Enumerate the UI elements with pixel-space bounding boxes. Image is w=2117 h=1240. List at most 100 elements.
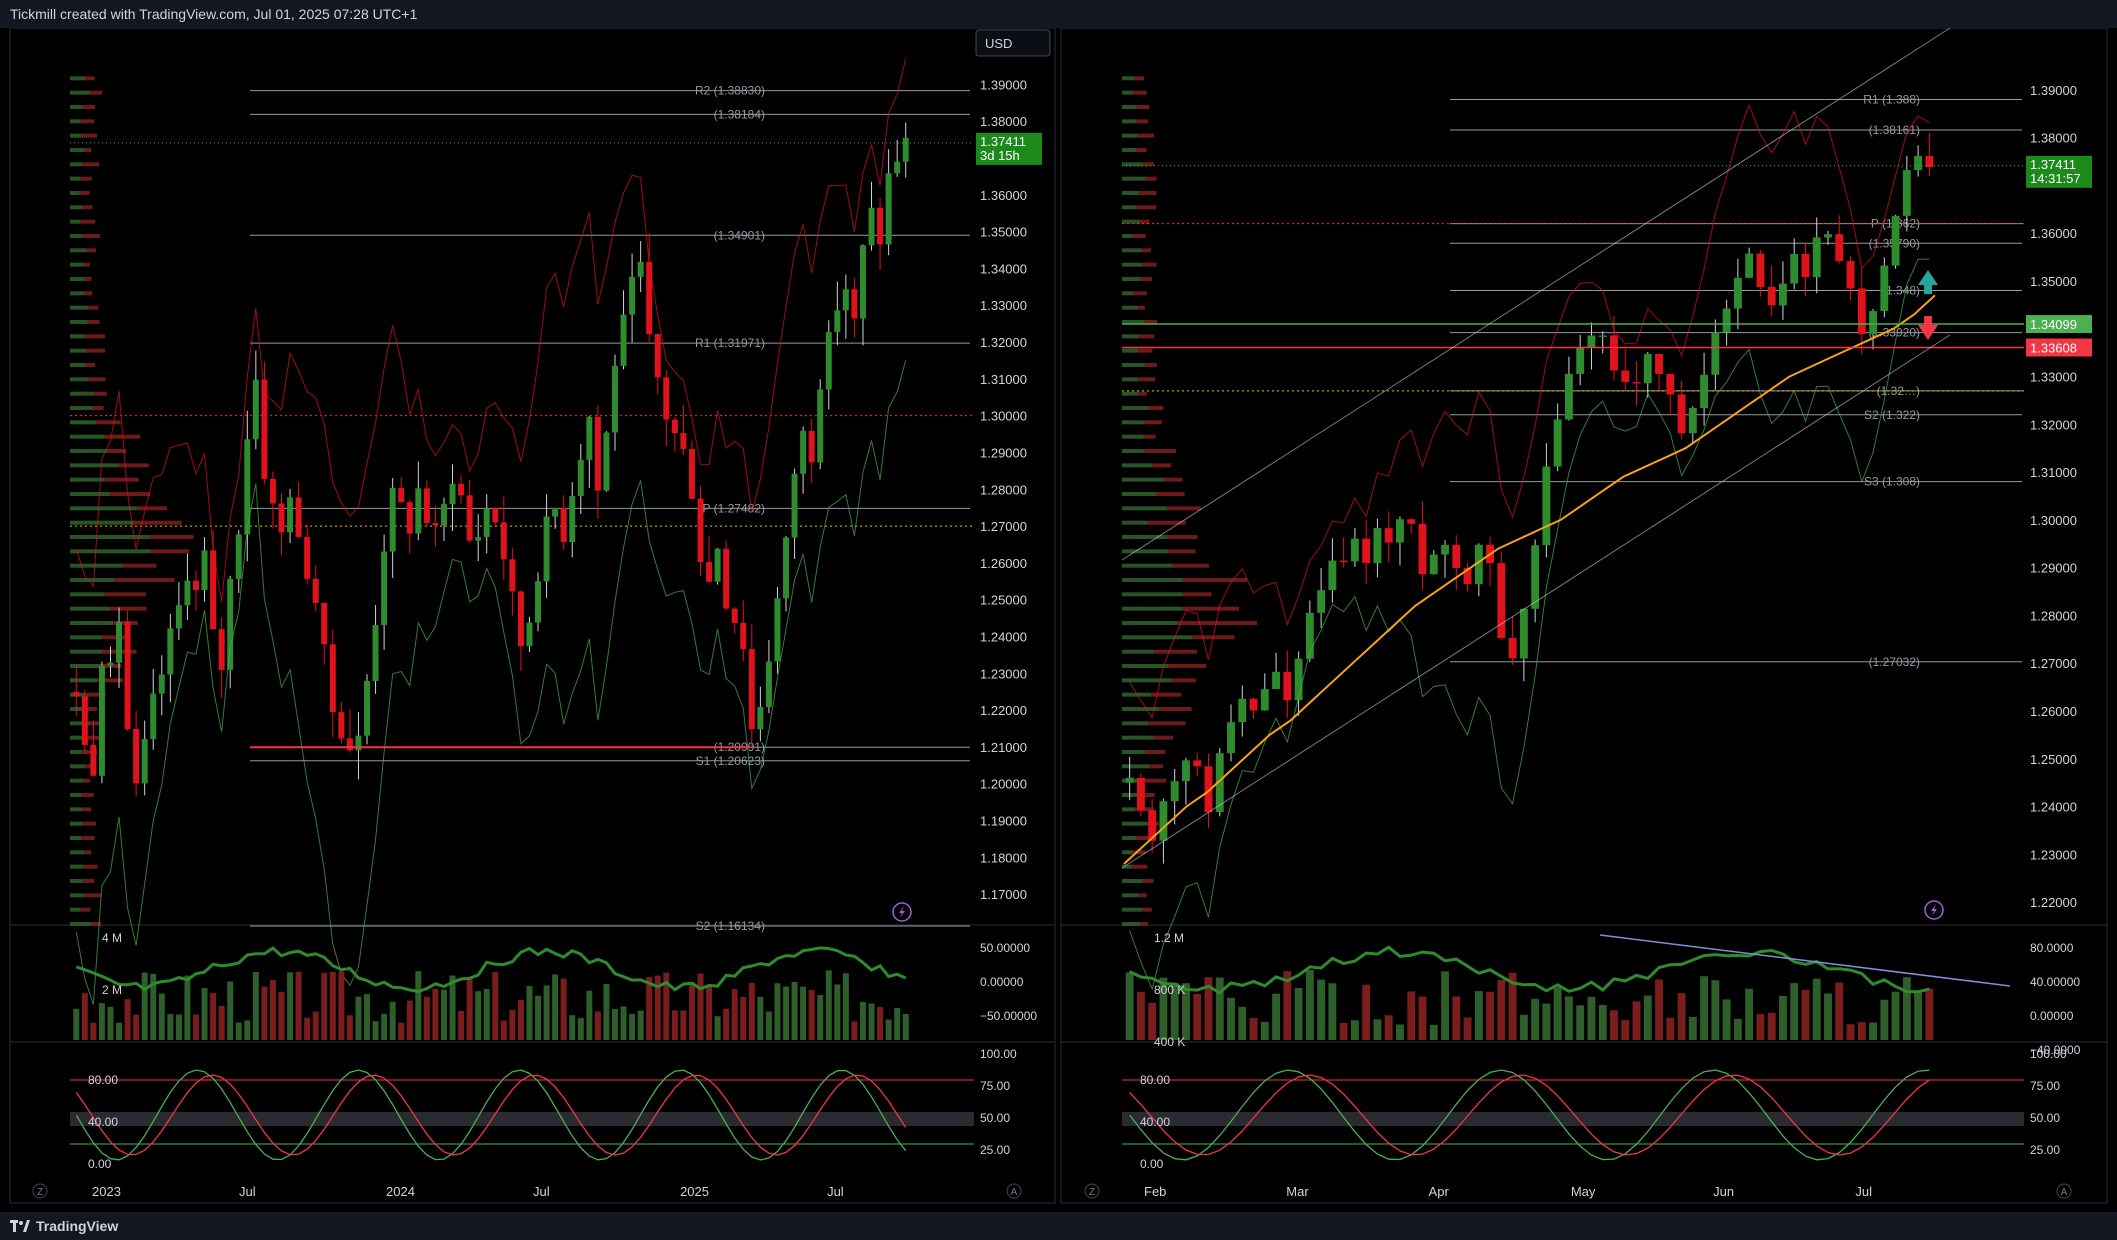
volume-bar xyxy=(1553,987,1562,1040)
candle-body xyxy=(227,578,234,670)
volume-profile-bar-up xyxy=(70,434,105,439)
volume-profile-bar-down xyxy=(114,578,175,582)
volume-profile-bar-down xyxy=(85,334,106,339)
volume-bar xyxy=(1869,1022,1877,1040)
volume-bar xyxy=(1249,1017,1258,1040)
volume-profile-bar-down xyxy=(1132,864,1148,869)
volume-bar xyxy=(440,989,447,1040)
price-tick-label: 1.27000 xyxy=(980,519,1027,534)
volume-bar xyxy=(287,972,294,1040)
volume-bar xyxy=(842,973,849,1040)
price-tick-label: 1.17000 xyxy=(980,887,1027,902)
candle-body xyxy=(1745,253,1754,278)
currency-selector-label: USD xyxy=(985,36,1012,51)
stoch-left-tick-label: 40.00 xyxy=(88,1115,118,1129)
candle-body xyxy=(697,498,704,562)
volume-profile-bar-down xyxy=(1183,578,1248,582)
volume-bar xyxy=(158,993,165,1040)
volume-bar xyxy=(1339,1022,1348,1040)
volume-profile-bar-down xyxy=(149,535,194,539)
volume-bar xyxy=(1666,1017,1675,1040)
volume-profile-bar-down xyxy=(92,406,104,410)
candle-body xyxy=(577,459,584,497)
candle-body xyxy=(167,628,174,675)
volume-profile-bar-down xyxy=(1136,148,1147,152)
candle-body xyxy=(1869,311,1877,335)
candle-body xyxy=(364,680,371,736)
volume-profile-bar-up xyxy=(70,535,150,539)
price-tick-label: 1.30000 xyxy=(2030,513,2077,528)
volume-profile-bar-down xyxy=(107,449,127,453)
volume-bar xyxy=(1857,1022,1866,1040)
volume-bar xyxy=(1396,1024,1404,1040)
price-tick-label: 1.24000 xyxy=(980,629,1027,644)
pivot-label: (1.34901) xyxy=(714,228,765,242)
volume-profile-bar-down xyxy=(1140,219,1150,224)
candle-body xyxy=(1733,277,1742,309)
volume-profile-bar-up xyxy=(70,234,83,238)
volume-profile-bar-down xyxy=(1182,592,1212,597)
time-tick-label: Mar xyxy=(1286,1184,1309,1199)
volume-profile-bar-down xyxy=(117,463,149,468)
candle-body xyxy=(1722,308,1731,333)
candle-body xyxy=(1497,563,1506,639)
volume-bar xyxy=(1812,978,1821,1040)
volume-bar xyxy=(312,1011,319,1040)
volume-profile-bar-down xyxy=(93,391,107,396)
candle-body xyxy=(192,580,199,591)
volume-profile-bar-down xyxy=(1151,692,1182,697)
volume-profile-bar-up xyxy=(70,277,85,281)
volume-profile-bar-down xyxy=(83,778,91,783)
candle-body xyxy=(150,693,157,740)
time-tick-label: Jul xyxy=(533,1184,550,1199)
volume-profile-bar-up xyxy=(70,664,100,668)
volume-bar xyxy=(423,996,430,1040)
stoch-left-tick-label: 0.00 xyxy=(88,1157,112,1171)
price-tick-label: 1.21000 xyxy=(980,740,1027,755)
volume-profile-bar-down xyxy=(81,133,97,138)
time-tick-label: May xyxy=(1571,1184,1596,1199)
volume-profile-bar-down xyxy=(1149,764,1163,769)
volume-profile-bar-up xyxy=(70,836,82,840)
candle-body xyxy=(1677,394,1686,434)
candle-body xyxy=(116,621,123,663)
volume-profile-bar-down xyxy=(1133,90,1147,95)
candle-body xyxy=(1587,335,1596,348)
volume-oscillator-line xyxy=(75,946,907,993)
candle-body xyxy=(1531,545,1540,609)
candle-body xyxy=(757,706,764,730)
volume-bar xyxy=(1632,1001,1641,1040)
volume-bar xyxy=(1587,996,1596,1040)
candle-body xyxy=(107,662,114,666)
candle-body xyxy=(1283,671,1292,701)
volume-profile-bar-up xyxy=(1122,248,1142,253)
price-tick-label: 1.29000 xyxy=(980,445,1027,460)
volume-profile-bar-down xyxy=(80,907,91,912)
candle-body xyxy=(449,483,456,505)
volume-bar xyxy=(415,971,422,1040)
volume-bar xyxy=(629,1014,636,1040)
volume-bar xyxy=(1193,993,1202,1040)
brand[interactable]: TradingView xyxy=(10,1212,2117,1240)
volume-profile-bar-up xyxy=(70,363,86,367)
volume-profile-bar-down xyxy=(81,793,94,797)
volume-bar xyxy=(1373,1019,1382,1040)
volume-bar xyxy=(1610,1010,1618,1040)
volume-profile-bar-up xyxy=(70,348,87,353)
chart-canvas[interactable]: 1.39000 1.38000 1.36000 1.35000 1.34000 1.330… xyxy=(0,28,2117,1212)
volume-bar xyxy=(1463,1017,1472,1040)
volume-profile-bar-up xyxy=(1122,606,1183,611)
volume-profile-bar-down xyxy=(1156,492,1185,496)
volume-bar xyxy=(1564,996,1573,1040)
oscillator-tick-label: 80.0000 xyxy=(2030,941,2074,955)
volume-bar xyxy=(141,972,148,1040)
price-tick-label: 1.25000 xyxy=(2030,752,2077,767)
volume-profile-bar-down xyxy=(1168,664,1207,668)
volume-profile-bar-down xyxy=(109,492,151,496)
candle-body xyxy=(269,478,276,504)
volume-bar xyxy=(1238,1006,1247,1040)
volume-profile-bar-up xyxy=(1122,119,1137,124)
volume-bar xyxy=(817,995,824,1040)
candle-body xyxy=(252,379,259,440)
volume-bar xyxy=(697,973,704,1040)
